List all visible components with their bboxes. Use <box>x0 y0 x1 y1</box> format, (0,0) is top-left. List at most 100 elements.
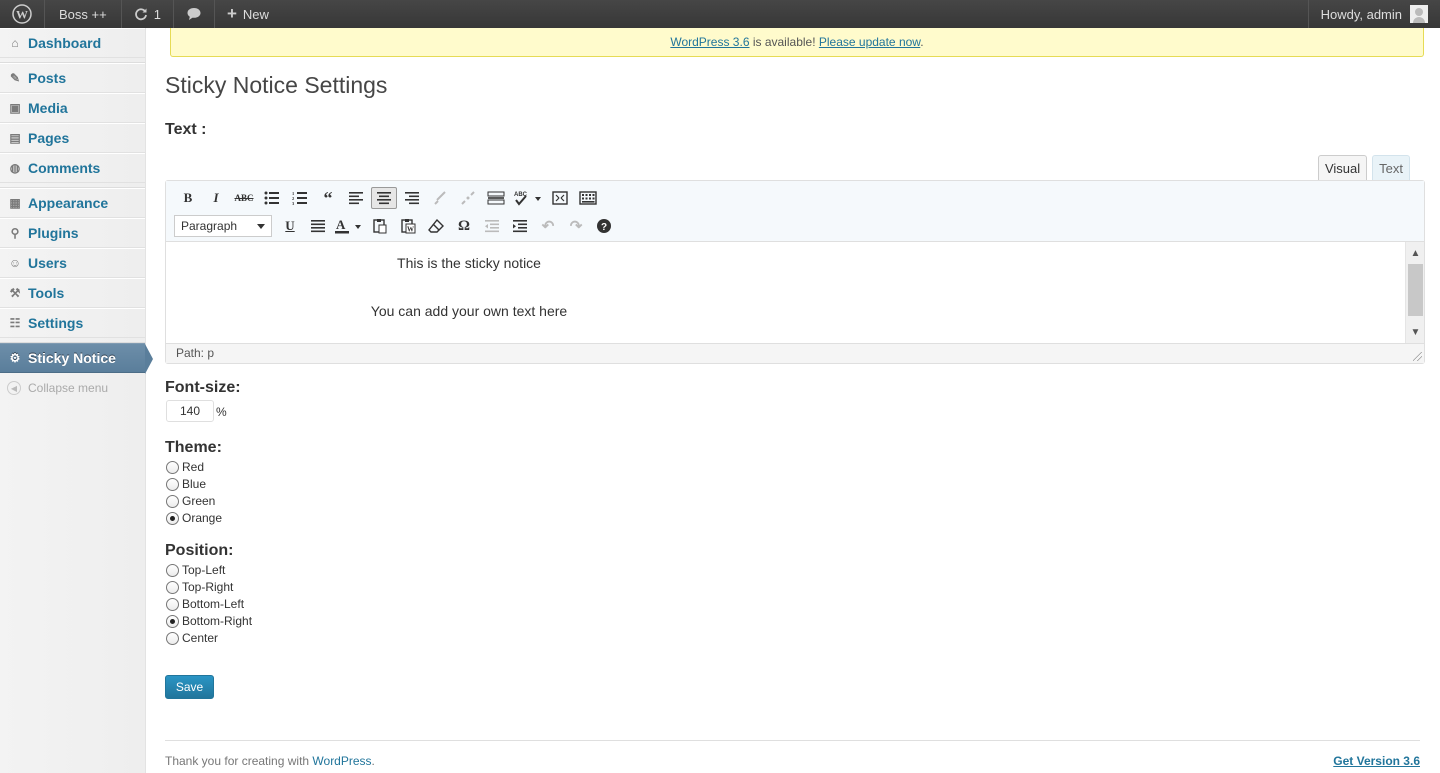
radio-button[interactable] <box>166 460 179 474</box>
help-icon: ? <box>597 219 611 233</box>
insert-more-button[interactable] <box>482 186 510 210</box>
sidebar-item-label: Posts <box>28 70 67 86</box>
font-size-input[interactable]: 140 <box>166 400 214 422</box>
svg-text:W: W <box>16 8 28 22</box>
radio-button[interactable] <box>166 597 179 611</box>
strikethrough-button[interactable]: ABC <box>230 186 258 210</box>
radio-button[interactable] <box>166 494 179 508</box>
radio-button-checked[interactable] <box>166 511 179 525</box>
sidebar-item-appearance[interactable]: ▦ Appearance <box>0 188 145 218</box>
updates-count: 1 <box>153 6 161 22</box>
font-size-label: Font-size: <box>165 379 241 396</box>
justify-button[interactable] <box>304 214 332 238</box>
radio-button[interactable] <box>166 580 179 594</box>
tab-visual[interactable]: Visual <box>1317 155 1368 181</box>
sidebar-item-posts[interactable]: ✎ Posts <box>0 63 145 93</box>
plug-icon: ⚲ <box>10 226 20 240</box>
theme-radio-red[interactable]: Red <box>166 459 204 475</box>
numbered-list-button[interactable]: 123 <box>286 186 314 210</box>
editor-content-area[interactable]: This is the sticky notice You can add yo… <box>166 242 1424 343</box>
comments-button[interactable] <box>174 0 215 28</box>
sidebar-item-plugins[interactable]: ⚲ Plugins <box>0 218 145 248</box>
scroll-up-icon[interactable]: ▲ <box>1406 244 1425 262</box>
outdent-button[interactable] <box>478 214 506 238</box>
position-radio-top-left[interactable]: Top-Left <box>166 562 225 578</box>
site-name-link[interactable]: Boss ++ <box>45 0 122 28</box>
account-menu[interactable]: Howdy, admin <box>1307 0 1440 28</box>
bold-button[interactable]: B <box>174 186 202 210</box>
paste-text-button[interactable] <box>366 214 394 238</box>
sidebar-item-label: Dashboard <box>28 35 102 51</box>
editor-toolbar: B I ABC 123 “ ABC Paragraph U A W Ω ↶ ↷ … <box>166 181 1424 242</box>
position-radio-bottom-left[interactable]: Bottom-Left <box>166 596 244 612</box>
scroll-down-icon[interactable]: ▼ <box>1406 323 1425 341</box>
text-label: Text : <box>165 121 207 138</box>
position-label: Position: <box>165 542 234 559</box>
wordpress-link[interactable]: WordPress <box>312 754 371 768</box>
svg-text:W: W <box>407 226 414 234</box>
theme-radio-blue[interactable]: Blue <box>166 476 206 492</box>
scrollbar-thumb[interactable] <box>1408 264 1423 316</box>
sidebar-item-tools[interactable]: ⚒ Tools <box>0 278 145 308</box>
format-select[interactable]: Paragraph <box>174 215 272 237</box>
wordpress-logo-button[interactable]: W <box>0 0 45 28</box>
sidebar-item-dashboard[interactable]: ⌂ Dashboard <box>0 28 145 58</box>
unlink-icon <box>461 191 475 205</box>
editor-path-bar: Path: p <box>166 343 1424 363</box>
insert-link-button[interactable] <box>426 186 454 210</box>
text-color-button[interactable]: A <box>332 214 366 238</box>
chevron-down-icon <box>257 223 265 229</box>
redo-button[interactable]: ↷ <box>562 214 590 238</box>
fullscreen-icon <box>552 191 568 205</box>
align-left-button[interactable] <box>342 186 370 210</box>
bullet-list-button[interactable] <box>258 186 286 210</box>
radio-button[interactable] <box>166 631 179 645</box>
align-center-button[interactable] <box>371 187 397 209</box>
align-right-icon <box>405 192 419 205</box>
updates-button[interactable]: 1 <box>122 0 174 28</box>
sidebar-item-sticky-notice[interactable]: ⚙ Sticky Notice <box>0 343 153 374</box>
undo-button[interactable]: ↶ <box>534 214 562 238</box>
paste-word-button[interactable]: W <box>394 214 422 238</box>
theme-radio-green[interactable]: Green <box>166 493 215 509</box>
collapse-menu-button[interactable]: ◀ Collapse menu <box>0 373 145 403</box>
admin-footer: Thank you for creating with WordPress. G… <box>165 740 1420 773</box>
help-button[interactable]: ? <box>590 214 618 238</box>
sidebar-item-label: Sticky Notice <box>28 350 116 366</box>
align-right-button[interactable] <box>398 186 426 210</box>
position-radio-bottom-right[interactable]: Bottom-Right <box>166 613 252 629</box>
clear-formatting-button[interactable] <box>422 214 450 238</box>
new-content-button[interactable]: + New <box>215 0 281 28</box>
sidebar-item-users[interactable]: ☺ Users <box>0 248 145 278</box>
toggle-kitchen-sink-button[interactable] <box>574 186 602 210</box>
fullscreen-button[interactable] <box>546 186 574 210</box>
radio-label: Top-Right <box>182 580 234 594</box>
theme-label: Theme: <box>165 439 222 456</box>
sidebar-item-media[interactable]: ▣ Media <box>0 93 145 123</box>
underline-button[interactable]: U <box>276 214 304 238</box>
editor-scrollbar[interactable]: ▲ ▼ <box>1405 242 1424 343</box>
unlink-button[interactable] <box>454 186 482 210</box>
radio-button[interactable] <box>166 563 179 577</box>
resize-handle-icon[interactable] <box>1413 352 1422 361</box>
tab-text[interactable]: Text <box>1372 155 1410 181</box>
special-character-button[interactable]: Ω <box>450 214 478 238</box>
spellcheck-button[interactable]: ABC <box>510 186 546 210</box>
wordpress-version-link[interactable]: WordPress 3.6 <box>670 35 749 49</box>
position-radio-center[interactable]: Center <box>166 630 218 646</box>
blockquote-button[interactable]: “ <box>314 186 342 210</box>
save-button[interactable]: Save <box>165 675 214 699</box>
italic-button[interactable]: I <box>202 186 230 210</box>
theme-radio-orange[interactable]: Orange <box>166 510 222 526</box>
update-now-link[interactable]: Please update now <box>819 35 920 49</box>
radio-button-checked[interactable] <box>166 614 179 628</box>
sidebar-item-pages[interactable]: ▤ Pages <box>0 123 145 153</box>
position-radio-top-right[interactable]: Top-Right <box>166 579 233 595</box>
sidebar-item-settings[interactable]: ☷ Settings <box>0 308 145 338</box>
spellcheck-icon: ABC <box>514 192 541 206</box>
radio-button[interactable] <box>166 477 179 491</box>
sidebar-item-comments[interactable]: ◍ Comments <box>0 153 145 183</box>
numbered-list-icon: 123 <box>292 191 307 205</box>
indent-button[interactable] <box>506 214 534 238</box>
get-version-link[interactable]: Get Version 3.6 <box>1333 754 1420 768</box>
